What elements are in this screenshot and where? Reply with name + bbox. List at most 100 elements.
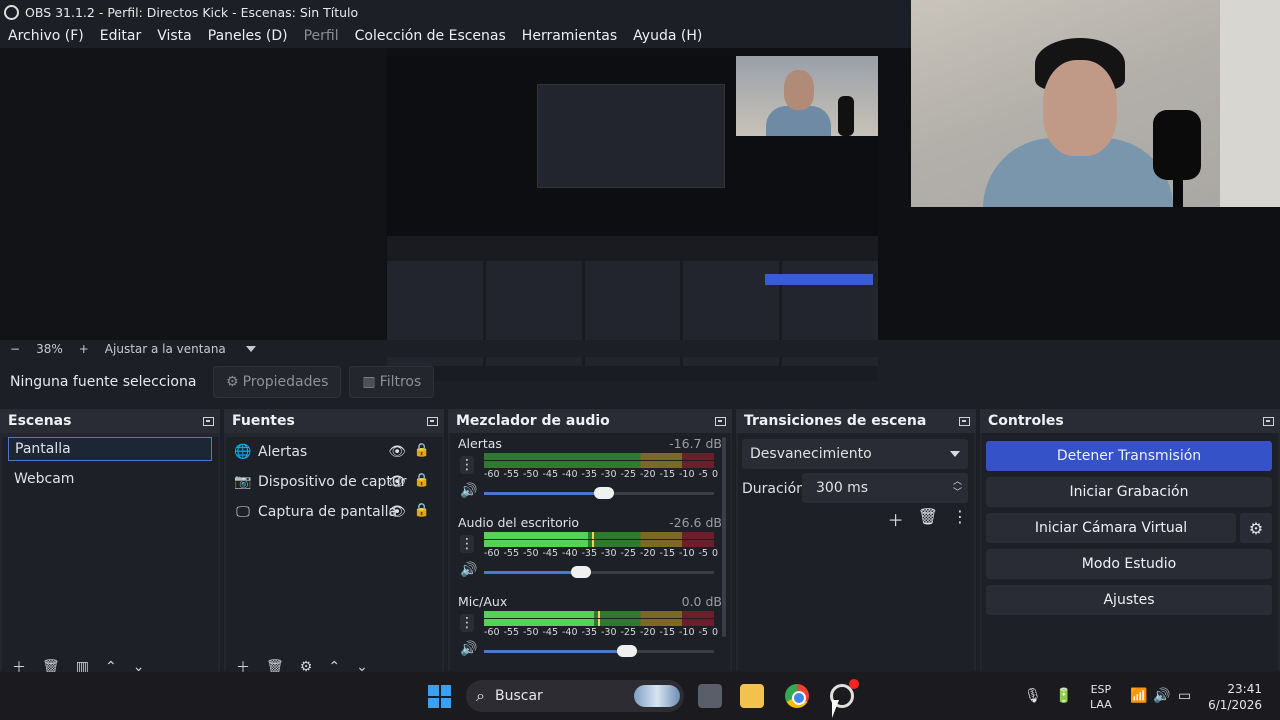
meter-tick-label: -20 [640,548,656,559]
search-icon: ⌕ [476,686,485,705]
keyboard-layout: LAA [1090,698,1112,711]
meter-peak [591,540,594,547]
duration-label: Duración [742,481,806,497]
source-item-alertas[interactable]: 🌐 Alertas 👁 🔒 [226,437,442,467]
preview-canvas[interactable] [0,0,1280,381]
meter-tick-label: -25 [620,627,637,638]
scene-item-webcam[interactable]: Webcam [8,467,212,491]
mixer-channel: Alertas -16.7 dB ⋮ -60 -55 -50 -45 -40 -35 -30 -25… [450,433,730,512]
menu-tools[interactable]: Herramientas [522,28,617,44]
windows-start-icon[interactable] [428,685,451,708]
eye-icon[interactable]: 👁 [388,504,406,520]
lock-icon[interactable]: 🔒 [414,503,430,518]
start-recording-button[interactable]: Iniciar Grabación [986,477,1272,507]
menu-file[interactable]: Archivo (F) [8,28,84,44]
sources-list: 🌐 Alertas 👁 🔒 📷 Dispositivo de captur 👁 … [226,437,442,676]
spin-arrows-icon[interactable]: ︿ ﹀ [953,477,962,499]
preview-empty-area [0,48,386,340]
speaker-icon[interactable]: 🔊 [460,562,477,578]
taskbar-search[interactable]: ⌕ Buscar [466,680,684,712]
volume-slider[interactable] [484,650,714,653]
meter-scale: -60 -55 -50 -45 -40 -35 -30 -25 -20 -15 -10 -5 0 [484,548,718,559]
lock-icon[interactable]: 🔒 [414,443,430,458]
scene-item-pantalla[interactable]: Pantalla [8,437,212,461]
scenes-title: Escenas [8,413,72,429]
remove-transition-icon[interactable]: 🗑 [918,507,938,531]
source-toolbar: Ninguna fuente selecciona ⚙ Propiedades … [0,362,1280,402]
source-label: Alertas [258,444,308,460]
microphone-icon[interactable]: 🎙 [1024,672,1042,720]
lock-icon[interactable]: 🔒 [414,473,430,488]
undock-icon[interactable] [959,416,970,426]
undock-icon[interactable] [715,416,726,426]
zoom-fit-label[interactable]: Ajustar a la ventana [105,342,226,356]
chrome-icon[interactable] [785,684,809,708]
eye-icon[interactable]: 👁 [388,474,406,490]
file-explorer-icon[interactable] [740,684,764,708]
undock-icon[interactable] [203,416,214,426]
meter-tick-label: -10 [679,548,695,559]
webcam-feed [911,0,1280,207]
zoom-out-button[interactable]: − [10,342,20,356]
add-transition-icon[interactable]: ＋ [888,507,904,531]
speaker-icon[interactable]: 🔊 [460,483,477,499]
mixer-title: Mezclador de audio [456,413,610,429]
wifi-icon[interactable]: 📶 [1130,672,1147,720]
controls-title: Controles [988,413,1064,429]
eye-icon[interactable]: 👁 [388,444,406,460]
chevron-down-icon[interactable] [245,345,256,352]
menu-docks[interactable]: Paneles (D) [208,28,288,44]
transitions-body: Desvanecimiento Duración 300 ms ︿ ﹀ ＋ 🗑 ⋮ [738,433,974,671]
channel-menu-icon[interactable]: ⋮ [460,614,474,632]
task-view-icon[interactable] [698,684,722,708]
meter-tick-label: -50 [523,627,539,638]
undock-icon[interactable] [427,416,438,426]
meter-tick-label: -10 [679,627,695,638]
source-item-screen-capture[interactable]: 🖵 Captura de pantalla 👁 🔒 [226,497,442,527]
meter-tick-label: -35 [581,469,598,480]
search-placeholder: Buscar [494,688,543,704]
system-clock[interactable]: 23:41 6/1/2026 [1208,681,1262,713]
studio-mode-button[interactable]: Modo Estudio [986,549,1272,579]
meter-tick-label: -50 [523,548,539,559]
gear-icon: ⚙ [1248,518,1264,538]
volume-slider-handle[interactable] [616,645,637,657]
stop-stream-button[interactable]: Detener Transmisión [986,441,1272,471]
meter-tick-label: -10 [679,469,695,480]
settings-button[interactable]: Ajustes [986,585,1272,615]
title-bar: OBS 31.1.2 - Perfil: Directos Kick - Esc… [0,0,910,24]
transitions-dock: Transiciones de escena Desvanecimiento D… [736,409,976,671]
battery-saver-icon[interactable]: 🔋 [1055,672,1072,720]
properties-button[interactable]: ⚙ Propiedades [213,366,342,398]
meter-fill [484,611,595,618]
nested-screen-capture [387,56,878,381]
speaker-icon[interactable]: 🔊 [460,641,477,657]
virtual-camera-settings-button[interactable]: ⚙ [1240,513,1272,543]
menu-scene-collection[interactable]: Colección de Escenas [355,28,506,44]
channel-db: -26.6 dB [669,514,722,530]
duration-spinbox[interactable]: 300 ms ︿ ﹀ [802,473,968,503]
channel-menu-icon[interactable]: ⋮ [460,535,474,553]
source-item-capture-device[interactable]: 📷 Dispositivo de captur 👁 🔒 [226,467,442,497]
volume-slider-fill [484,650,627,653]
volume-slider-handle[interactable] [570,566,591,578]
start-virtual-camera-button[interactable]: Iniciar Cámara Virtual [986,513,1236,543]
battery-icon[interactable]: ▭ [1178,672,1191,720]
undock-icon[interactable] [1263,416,1274,426]
menu-help[interactable]: Ayuda (H) [633,28,702,44]
volume-slider-handle[interactable] [593,487,614,499]
meter-tick-label: -45 [542,548,559,559]
menu-edit[interactable]: Editar [100,28,141,44]
transition-select[interactable]: Desvanecimiento [742,439,968,469]
input-language[interactable]: ESP LAA [1090,682,1112,712]
menu-view[interactable]: Vista [157,28,192,44]
menu-bar: Archivo (F) Editar Vista Paneles (D) Per… [0,24,910,48]
volume-icon[interactable]: 🔊 [1153,672,1170,720]
zoom-in-button[interactable]: + [79,342,89,356]
channel-menu-icon[interactable]: ⋮ [460,456,474,474]
meter-tick-label: -60 [484,627,500,638]
volume-slider[interactable] [484,571,714,574]
gear-icon: ⚙ [226,374,239,390]
filters-button[interactable]: ▥ Filtros [349,366,435,398]
more-options-icon[interactable]: ⋮ [952,507,968,531]
